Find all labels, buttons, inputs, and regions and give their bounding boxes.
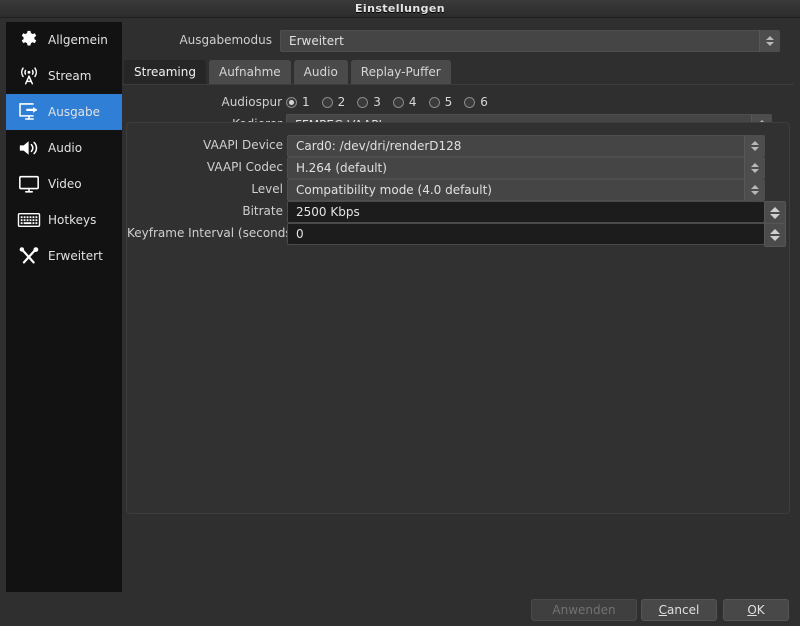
- keyframe-interval-row: Keyframe Interval (seconds) 0: [127, 223, 791, 245]
- sidebar-item-hotkeys[interactable]: Hotkeys: [6, 202, 122, 238]
- vaapi-codec-row: VAAPI Codec H.264 (default): [127, 157, 791, 179]
- audio-track-radio-6[interactable]: 6: [464, 95, 488, 109]
- bitrate-stepper[interactable]: [764, 201, 786, 225]
- tab-label: Replay-Puffer: [361, 65, 441, 79]
- radio-label: 4: [409, 95, 417, 109]
- title-bar: Einstellungen: [0, 0, 800, 18]
- ok-rest: K: [757, 603, 765, 617]
- tab-audio[interactable]: Audio: [294, 60, 348, 84]
- output-mode-value: Erweitert: [289, 34, 344, 48]
- ok-mnemonic: O: [747, 603, 756, 617]
- output-monitor-icon: [14, 99, 44, 125]
- chevron-updown-icon[interactable]: [744, 135, 765, 157]
- keyframe-interval-input[interactable]: 0: [287, 223, 765, 245]
- cancel-mnemonic: C: [659, 603, 667, 617]
- ok-button-label: OK: [747, 603, 764, 617]
- tab-label: Audio: [304, 65, 338, 79]
- sidebar-item-label: Ausgabe: [48, 105, 100, 119]
- monitor-icon: [14, 171, 44, 197]
- radio-dot-icon: [357, 97, 368, 108]
- sidebar-item-label: Erweitert: [48, 249, 103, 263]
- settings-sidebar: Allgemein Stream: [6, 22, 122, 592]
- apply-button-label: Anwenden: [552, 603, 615, 617]
- sidebar-item-allgemein[interactable]: Allgemein: [6, 22, 122, 58]
- tab-aufnahme[interactable]: Aufnahme: [209, 60, 291, 84]
- vaapi-codec-value: H.264 (default): [296, 161, 387, 175]
- sidebar-item-label: Allgemein: [48, 33, 108, 47]
- radio-label: 5: [445, 95, 453, 109]
- audio-track-radio-group: 1 2 3 4 5: [286, 92, 498, 112]
- audio-track-radio-5[interactable]: 5: [429, 95, 453, 109]
- level-label: Level: [127, 182, 283, 196]
- keyboard-icon: [14, 207, 44, 233]
- level-row: Level Compatibility mode (4.0 default): [127, 179, 791, 201]
- bitrate-label: Bitrate: [127, 204, 283, 218]
- chevron-updown-icon[interactable]: [744, 179, 765, 201]
- settings-window: Einstellungen Allgemein: [0, 0, 800, 626]
- tab-label: Aufnahme: [219, 65, 281, 79]
- radio-dot-icon: [393, 97, 404, 108]
- output-mode-row: Ausgabemodus Erweitert: [122, 30, 794, 52]
- tab-label: Streaming: [134, 65, 196, 79]
- keyframe-interval-label: Keyframe Interval (seconds): [127, 226, 283, 240]
- sidebar-item-ausgabe[interactable]: Ausgabe: [6, 94, 122, 130]
- ok-button[interactable]: OK: [723, 599, 789, 621]
- vaapi-codec-label: VAAPI Codec: [127, 160, 283, 174]
- cancel-button-label: Cancel: [659, 603, 700, 617]
- sidebar-item-audio[interactable]: Audio: [6, 130, 122, 166]
- radio-label: 6: [480, 95, 488, 109]
- audio-track-label: Audiospur: [122, 95, 282, 109]
- keyframe-interval-value: 0: [296, 227, 304, 241]
- bitrate-value: 2500 Kbps: [296, 205, 360, 219]
- audio-track-radio-1[interactable]: 1: [286, 95, 310, 109]
- broadcast-icon: [14, 63, 44, 89]
- tab-streaming[interactable]: Streaming: [124, 60, 206, 84]
- output-mode-label: Ausgabemodus: [122, 33, 272, 47]
- sidebar-item-video[interactable]: Video: [6, 166, 122, 202]
- settings-main-pane: Ausgabemodus Erweitert Streaming Aufnahm…: [122, 22, 794, 592]
- sidebar-item-stream[interactable]: Stream: [6, 58, 122, 94]
- vaapi-device-select[interactable]: Card0: /dev/dri/renderD128: [287, 135, 765, 157]
- radio-label: 1: [302, 95, 310, 109]
- dialog-footer: Anwenden Cancel OK: [0, 592, 800, 626]
- audio-track-radio-2[interactable]: 2: [322, 95, 346, 109]
- vaapi-device-row: VAAPI Device Card0: /dev/dri/renderD128: [127, 135, 791, 157]
- radio-label: 3: [373, 95, 381, 109]
- vaapi-device-value: Card0: /dev/dri/renderD128: [296, 139, 461, 153]
- audio-track-row: Audiospur 1 2 3 4: [122, 92, 794, 114]
- level-value: Compatibility mode (4.0 default): [296, 183, 492, 197]
- chevron-updown-icon[interactable]: [759, 30, 780, 52]
- radio-dot-icon: [286, 97, 297, 108]
- sidebar-item-label: Audio: [48, 141, 82, 155]
- vaapi-device-label: VAAPI Device: [127, 138, 283, 152]
- output-mode-select[interactable]: Erweitert: [280, 30, 780, 52]
- cancel-rest: ancel: [667, 603, 699, 617]
- bitrate-input[interactable]: 2500 Kbps: [287, 201, 765, 223]
- radio-dot-icon: [464, 97, 475, 108]
- level-select[interactable]: Compatibility mode (4.0 default): [287, 179, 765, 201]
- settings-tabbar: Streaming Aufnahme Audio Replay-Puffer: [124, 60, 451, 84]
- window-title: Einstellungen: [0, 2, 800, 15]
- sidebar-item-label: Stream: [48, 69, 91, 83]
- cancel-button[interactable]: Cancel: [641, 599, 717, 621]
- tools-icon: [14, 243, 44, 269]
- speaker-icon: [14, 135, 44, 161]
- keyframe-interval-stepper[interactable]: [764, 223, 786, 247]
- radio-dot-icon: [322, 97, 333, 108]
- bitrate-row: Bitrate 2500 Kbps: [127, 201, 791, 223]
- vaapi-codec-select[interactable]: H.264 (default): [287, 157, 765, 179]
- encoder-settings-group: VAAPI Device Card0: /dev/dri/renderD128 …: [126, 122, 790, 514]
- audio-track-radio-4[interactable]: 4: [393, 95, 417, 109]
- audio-track-radio-3[interactable]: 3: [357, 95, 381, 109]
- apply-button[interactable]: Anwenden: [531, 599, 637, 621]
- radio-label: 2: [338, 95, 346, 109]
- sidebar-item-label: Video: [48, 177, 82, 191]
- gear-icon: [14, 27, 44, 53]
- sidebar-item-label: Hotkeys: [48, 213, 96, 227]
- sidebar-item-erweitert[interactable]: Erweitert: [6, 238, 122, 274]
- tab-replay-puffer[interactable]: Replay-Puffer: [351, 60, 451, 84]
- tab-underline: [122, 84, 794, 85]
- chevron-updown-icon[interactable]: [744, 157, 765, 179]
- radio-dot-icon: [429, 97, 440, 108]
